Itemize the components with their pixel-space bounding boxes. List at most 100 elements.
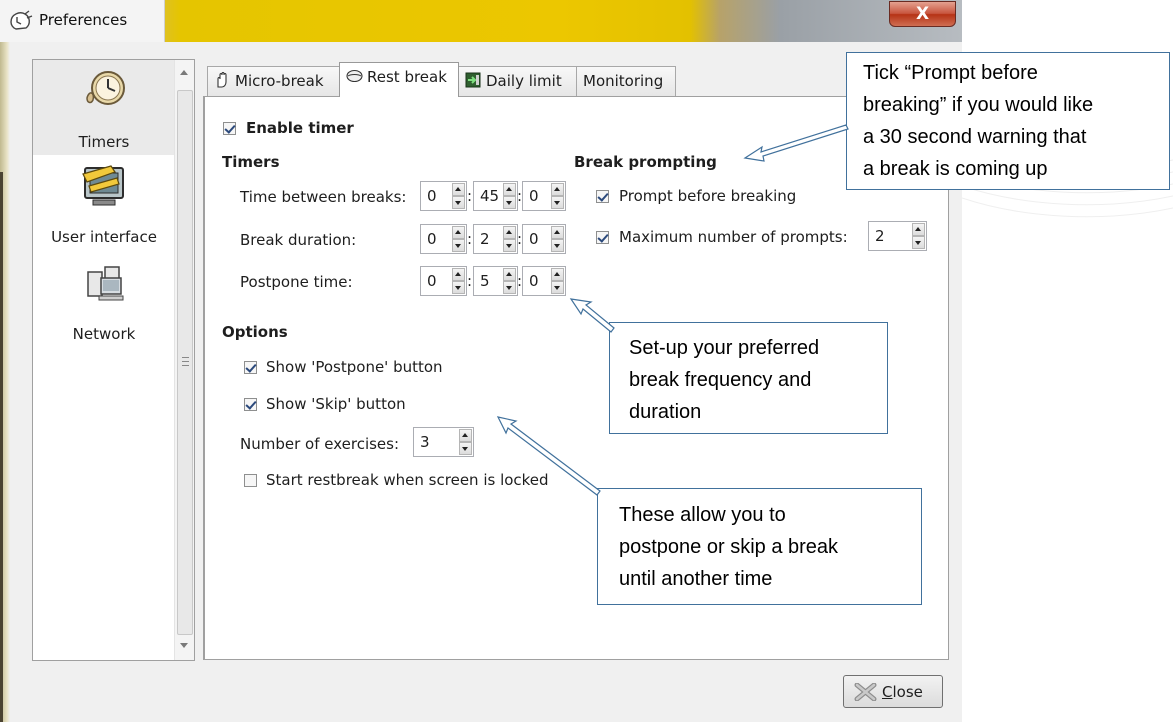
max-prompts-spinner[interactable]: 2 [868, 221, 927, 251]
window-close-button[interactable]: X [889, 1, 956, 27]
time-separator: : [467, 230, 473, 248]
spin-down-icon[interactable] [452, 239, 465, 252]
show-postpone-checkbox[interactable] [244, 361, 257, 374]
sidebar-item-label: Network [72, 325, 136, 343]
sidebar-item-user-interface[interactable]: User interface [33, 156, 175, 251]
time-between-seconds-spinner[interactable]: 0 [522, 181, 566, 211]
spin-down-icon[interactable] [503, 281, 516, 294]
hand-icon [217, 72, 227, 88]
spin-down-icon[interactable] [503, 196, 516, 209]
prompt-before-breaking-label: Prompt before breaking [619, 187, 797, 205]
callout-line: break frequency and [629, 369, 812, 391]
time-between-hours-spinner[interactable]: 0 [420, 181, 467, 211]
callout-line: duration [629, 401, 702, 423]
postpone-minutes-spinner[interactable]: 5 [473, 266, 518, 296]
spin-up-icon[interactable] [551, 183, 564, 196]
callout-break-frequency: Set-up your preferred break frequency an… [609, 322, 888, 434]
tab-label: Rest break [367, 68, 447, 86]
start-restbreak-locked-checkbox[interactable] [244, 474, 257, 487]
clock-icon [86, 71, 125, 105]
callout-line: a 30 second warning that [863, 126, 1087, 148]
exit-icon [465, 72, 481, 88]
spin-down-icon[interactable] [912, 236, 925, 249]
start-restbreak-locked-label: Start restbreak when screen is locked [266, 471, 549, 489]
sidebar-item-label: Timers [78, 133, 130, 151]
tab-monitoring[interactable]: Monitoring [576, 66, 676, 96]
close-x-icon [854, 683, 877, 701]
app-logo-icon [10, 10, 33, 30]
scroll-grip-icon [182, 357, 189, 366]
title-tab: Preferences [0, 0, 165, 42]
time-separator: : [467, 272, 473, 290]
break-duration-minutes-spinner[interactable]: 2 [473, 224, 518, 254]
spin-up-icon[interactable] [912, 223, 925, 236]
tab-label: Monitoring [583, 72, 664, 90]
spin-down-icon[interactable] [503, 239, 516, 252]
bed-icon [346, 69, 363, 83]
callout-line: These allow you to [619, 504, 786, 526]
scroll-down-arrow-icon[interactable] [180, 643, 188, 648]
break-duration-label: Break duration: [240, 231, 357, 249]
tab-daily-limit[interactable]: Daily limit [458, 66, 577, 96]
postpone-seconds-spinner[interactable]: 0 [522, 266, 566, 296]
time-between-minutes-spinner[interactable]: 45 [473, 181, 518, 211]
spinner-value: 2 [480, 230, 490, 248]
number-of-exercises-label: Number of exercises: [240, 435, 400, 453]
spinner-value: 0 [427, 187, 437, 205]
scrollbar-thumb[interactable] [177, 90, 193, 635]
spin-down-icon[interactable] [459, 442, 472, 455]
spin-down-icon[interactable] [452, 196, 465, 209]
sidebar-item-timers[interactable]: Timers [33, 60, 175, 155]
time-separator: : [467, 187, 473, 205]
postpone-hours-spinner[interactable]: 0 [420, 266, 467, 296]
scroll-up-arrow-icon[interactable] [180, 70, 188, 75]
spinner-value: 0 [427, 272, 437, 290]
network-computers-icon [87, 266, 124, 301]
spinner-value: 0 [529, 187, 539, 205]
spinner-value: 0 [529, 272, 539, 290]
spin-down-icon[interactable] [551, 239, 564, 252]
callout-line: Set-up your preferred [629, 337, 820, 359]
sidebar-scrollbar[interactable] [174, 60, 194, 660]
sidebar-item-network[interactable]: Network [33, 256, 175, 351]
tab-micro-break[interactable]: Micro-break [207, 66, 340, 96]
spin-up-icon[interactable] [459, 429, 472, 442]
break-duration-seconds-spinner[interactable]: 0 [522, 224, 566, 254]
spin-up-icon[interactable] [551, 268, 564, 281]
enable-timer-checkbox[interactable] [223, 122, 236, 135]
show-postpone-label: Show 'Postpone' button [266, 358, 443, 376]
max-prompts-checkbox[interactable] [596, 231, 609, 244]
window-frame-edge [0, 42, 10, 722]
title-bar[interactable]: Preferences X [0, 0, 962, 42]
spin-up-icon[interactable] [551, 226, 564, 239]
spin-up-icon[interactable] [503, 226, 516, 239]
callout-line: postpone or skip a break [619, 536, 839, 558]
timers-heading: Timers [222, 153, 280, 171]
spin-down-icon[interactable] [452, 281, 465, 294]
break-duration-hours-spinner[interactable]: 0 [420, 224, 467, 254]
postpone-time-label: Postpone time: [240, 273, 353, 291]
callout-line: breaking” if you would like [863, 94, 1094, 116]
prompt-before-breaking-checkbox[interactable] [596, 190, 609, 203]
spin-up-icon[interactable] [503, 268, 516, 281]
spinner-value: 45 [480, 187, 500, 205]
category-sidebar: Timers User interface Network [32, 59, 195, 661]
spin-up-icon[interactable] [452, 183, 465, 196]
spin-up-icon[interactable] [452, 226, 465, 239]
spin-up-icon[interactable] [452, 268, 465, 281]
callout-postpone-skip: These allow you to postpone or skip a br… [597, 488, 922, 605]
number-of-exercises-spinner[interactable]: 3 [413, 427, 474, 457]
spinner-value: 3 [420, 433, 430, 451]
spinner-value: 0 [529, 230, 539, 248]
time-between-breaks-label: Time between breaks: [240, 188, 407, 206]
spin-down-icon[interactable] [551, 281, 564, 294]
close-button[interactable]: Close [843, 675, 943, 708]
show-skip-checkbox[interactable] [244, 398, 257, 411]
spin-down-icon[interactable] [551, 196, 564, 209]
callout-prompt-before-breaking: Tick “Prompt before breaking” if you wou… [846, 52, 1170, 190]
max-prompts-label: Maximum number of prompts: [619, 228, 848, 246]
callout-line: until another time [619, 568, 773, 590]
callout-line: Tick “Prompt before [863, 62, 1038, 84]
tab-rest-break[interactable]: Rest break [339, 62, 459, 97]
spin-up-icon[interactable] [503, 183, 516, 196]
